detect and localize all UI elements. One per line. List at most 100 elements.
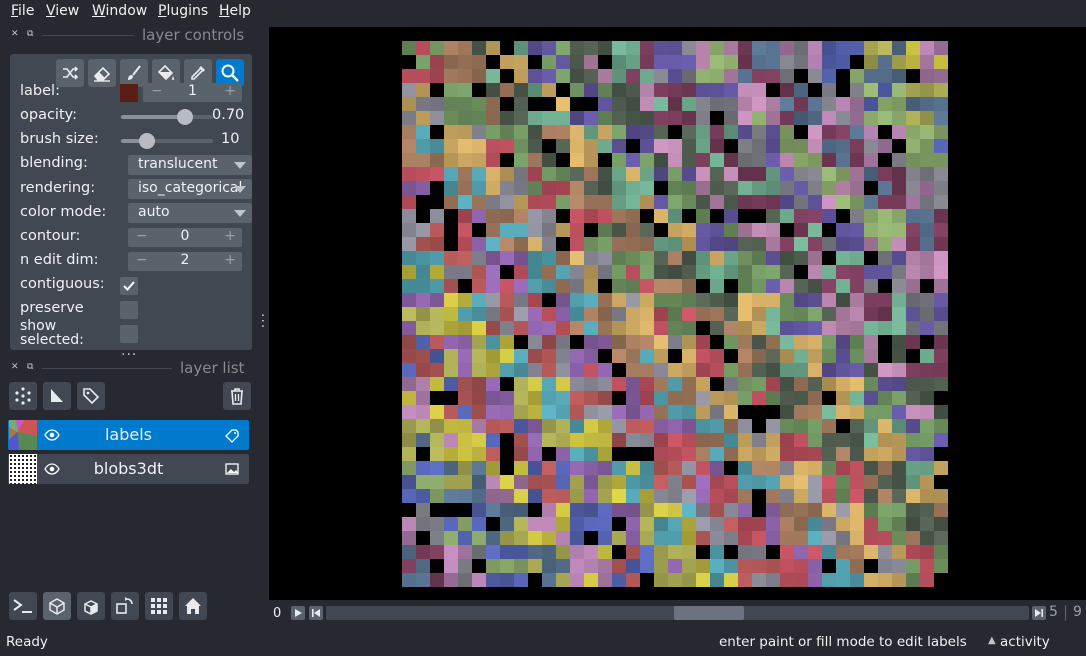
label-pixel [794, 321, 808, 335]
label-pixel [654, 419, 668, 433]
contiguous-checkbox[interactable] [120, 277, 138, 295]
menu-plugins[interactable]: Plugins [158, 3, 208, 19]
label-pixel [556, 111, 570, 125]
color-mode-combobox[interactable]: auto [128, 203, 252, 223]
label-pixel [850, 83, 864, 97]
label-pixel [570, 433, 584, 447]
label-pixel [500, 349, 514, 363]
label-pixel [486, 419, 500, 433]
n-edit-dim-spinbox[interactable]: − 2 + [128, 252, 242, 271]
activity-button[interactable]: activity [1000, 634, 1050, 650]
layer-name[interactable]: blobs3dt [38, 459, 219, 478]
label-pixel [850, 461, 864, 475]
label-pixel [892, 153, 906, 167]
layer-row-blobs3dt[interactable]: blobs3dt [8, 454, 249, 484]
console-button[interactable] [9, 592, 37, 620]
labels-layer-image[interactable] [402, 41, 948, 587]
label-pixel [780, 55, 794, 69]
toggle-ndisplay-button[interactable] [43, 592, 71, 620]
opacity-slider-handle[interactable] [177, 109, 194, 125]
reset-view-button[interactable] [179, 592, 207, 620]
play-button[interactable] [291, 606, 305, 620]
layer-list-title: layer list [180, 359, 245, 377]
roll-dims-button[interactable] [77, 592, 105, 620]
label-pixel [640, 97, 654, 111]
contour-spinbox[interactable]: − 0 + [128, 228, 242, 247]
label-pixel [878, 531, 892, 545]
label-spinbox[interactable]: − 1 + [143, 83, 242, 102]
preserve-label: preserve [20, 300, 84, 316]
transpose-dims-button[interactable] [111, 592, 139, 620]
dims-scrollbar[interactable] [326, 606, 1029, 620]
delete-layer-button[interactable] [223, 382, 251, 410]
label-pixel [822, 83, 836, 97]
menu-window[interactable]: Window [92, 3, 147, 19]
new-points-button[interactable] [9, 382, 37, 410]
erase-button[interactable] [88, 59, 116, 87]
label-pixel [584, 349, 598, 363]
label-pixel [808, 279, 822, 293]
label-pixel [766, 111, 780, 125]
shuffle-colors-button[interactable] [56, 59, 84, 87]
step-forward-button[interactable] [1032, 606, 1046, 620]
preserve-checkbox[interactable] [120, 301, 138, 319]
menu-help[interactable]: Help [219, 3, 251, 19]
label-pixel [472, 69, 486, 83]
label-pixel [668, 237, 682, 251]
dims-scrollbar-thumb[interactable] [674, 606, 745, 620]
new-labels-button[interactable] [77, 382, 105, 410]
label-pixel [920, 307, 934, 321]
blending-combobox[interactable]: translucent [128, 155, 252, 175]
caret-up-icon[interactable]: ▲ [988, 635, 996, 646]
label-pixel [528, 503, 542, 517]
step-back-button[interactable] [309, 606, 323, 620]
brush-size-slider-handle[interactable] [138, 133, 155, 149]
rendering-combobox[interactable]: iso_categorical [128, 179, 252, 199]
label-pixel [416, 489, 430, 503]
opacity-slider[interactable] [121, 115, 213, 119]
grid-view-button[interactable] [145, 592, 173, 620]
detach-dock-icon[interactable]: ⧉ [27, 29, 33, 39]
new-shapes-button[interactable] [43, 382, 71, 410]
label-pixel [514, 307, 528, 321]
label-pixel [486, 321, 500, 335]
label-pixel [738, 517, 752, 531]
layer-name[interactable]: labels [38, 425, 219, 444]
brush-size-slider[interactable] [121, 139, 213, 143]
label-pixel [584, 503, 598, 517]
label-pixel [892, 111, 906, 125]
label-pixel [766, 335, 780, 349]
label-pixel [402, 461, 416, 475]
label-pixel [458, 265, 472, 279]
label-pixel [808, 153, 822, 167]
detach-dock-icon[interactable]: ⧉ [27, 362, 33, 372]
menu-view[interactable]: View [46, 3, 79, 19]
label-pixel [766, 321, 780, 335]
float-dock-icon[interactable]: ✕ [11, 362, 19, 372]
label-pixel [556, 363, 570, 377]
label-pixel [542, 391, 556, 405]
menu-file[interactable]: File [11, 3, 34, 19]
label-color-swatch[interactable] [120, 84, 138, 102]
label-pixel [402, 489, 416, 503]
label-pixel [458, 293, 472, 307]
label-pixel [808, 307, 822, 321]
layer-row-labels[interactable]: labels [8, 420, 249, 450]
label-increment[interactable]: + [224, 83, 236, 99]
label-pixel [878, 363, 892, 377]
label-pixel [444, 335, 458, 349]
n-edit-dim-increment[interactable]: + [224, 252, 236, 268]
label-pixel [402, 293, 416, 307]
contour-increment[interactable]: + [224, 228, 236, 244]
panel-resize-handle[interactable]: ... [121, 343, 137, 359]
label-pixel [528, 447, 542, 461]
viewer-canvas[interactable] [269, 27, 1086, 600]
label-pixel [612, 209, 626, 223]
label-pixel [850, 293, 864, 307]
show-selected-checkbox[interactable] [120, 325, 138, 343]
float-dock-icon[interactable]: ✕ [11, 29, 19, 39]
label-pixel [696, 489, 710, 503]
label-pixel [612, 167, 626, 181]
axis-position[interactable]: 5 [1049, 604, 1058, 620]
label-pixel [430, 167, 444, 181]
